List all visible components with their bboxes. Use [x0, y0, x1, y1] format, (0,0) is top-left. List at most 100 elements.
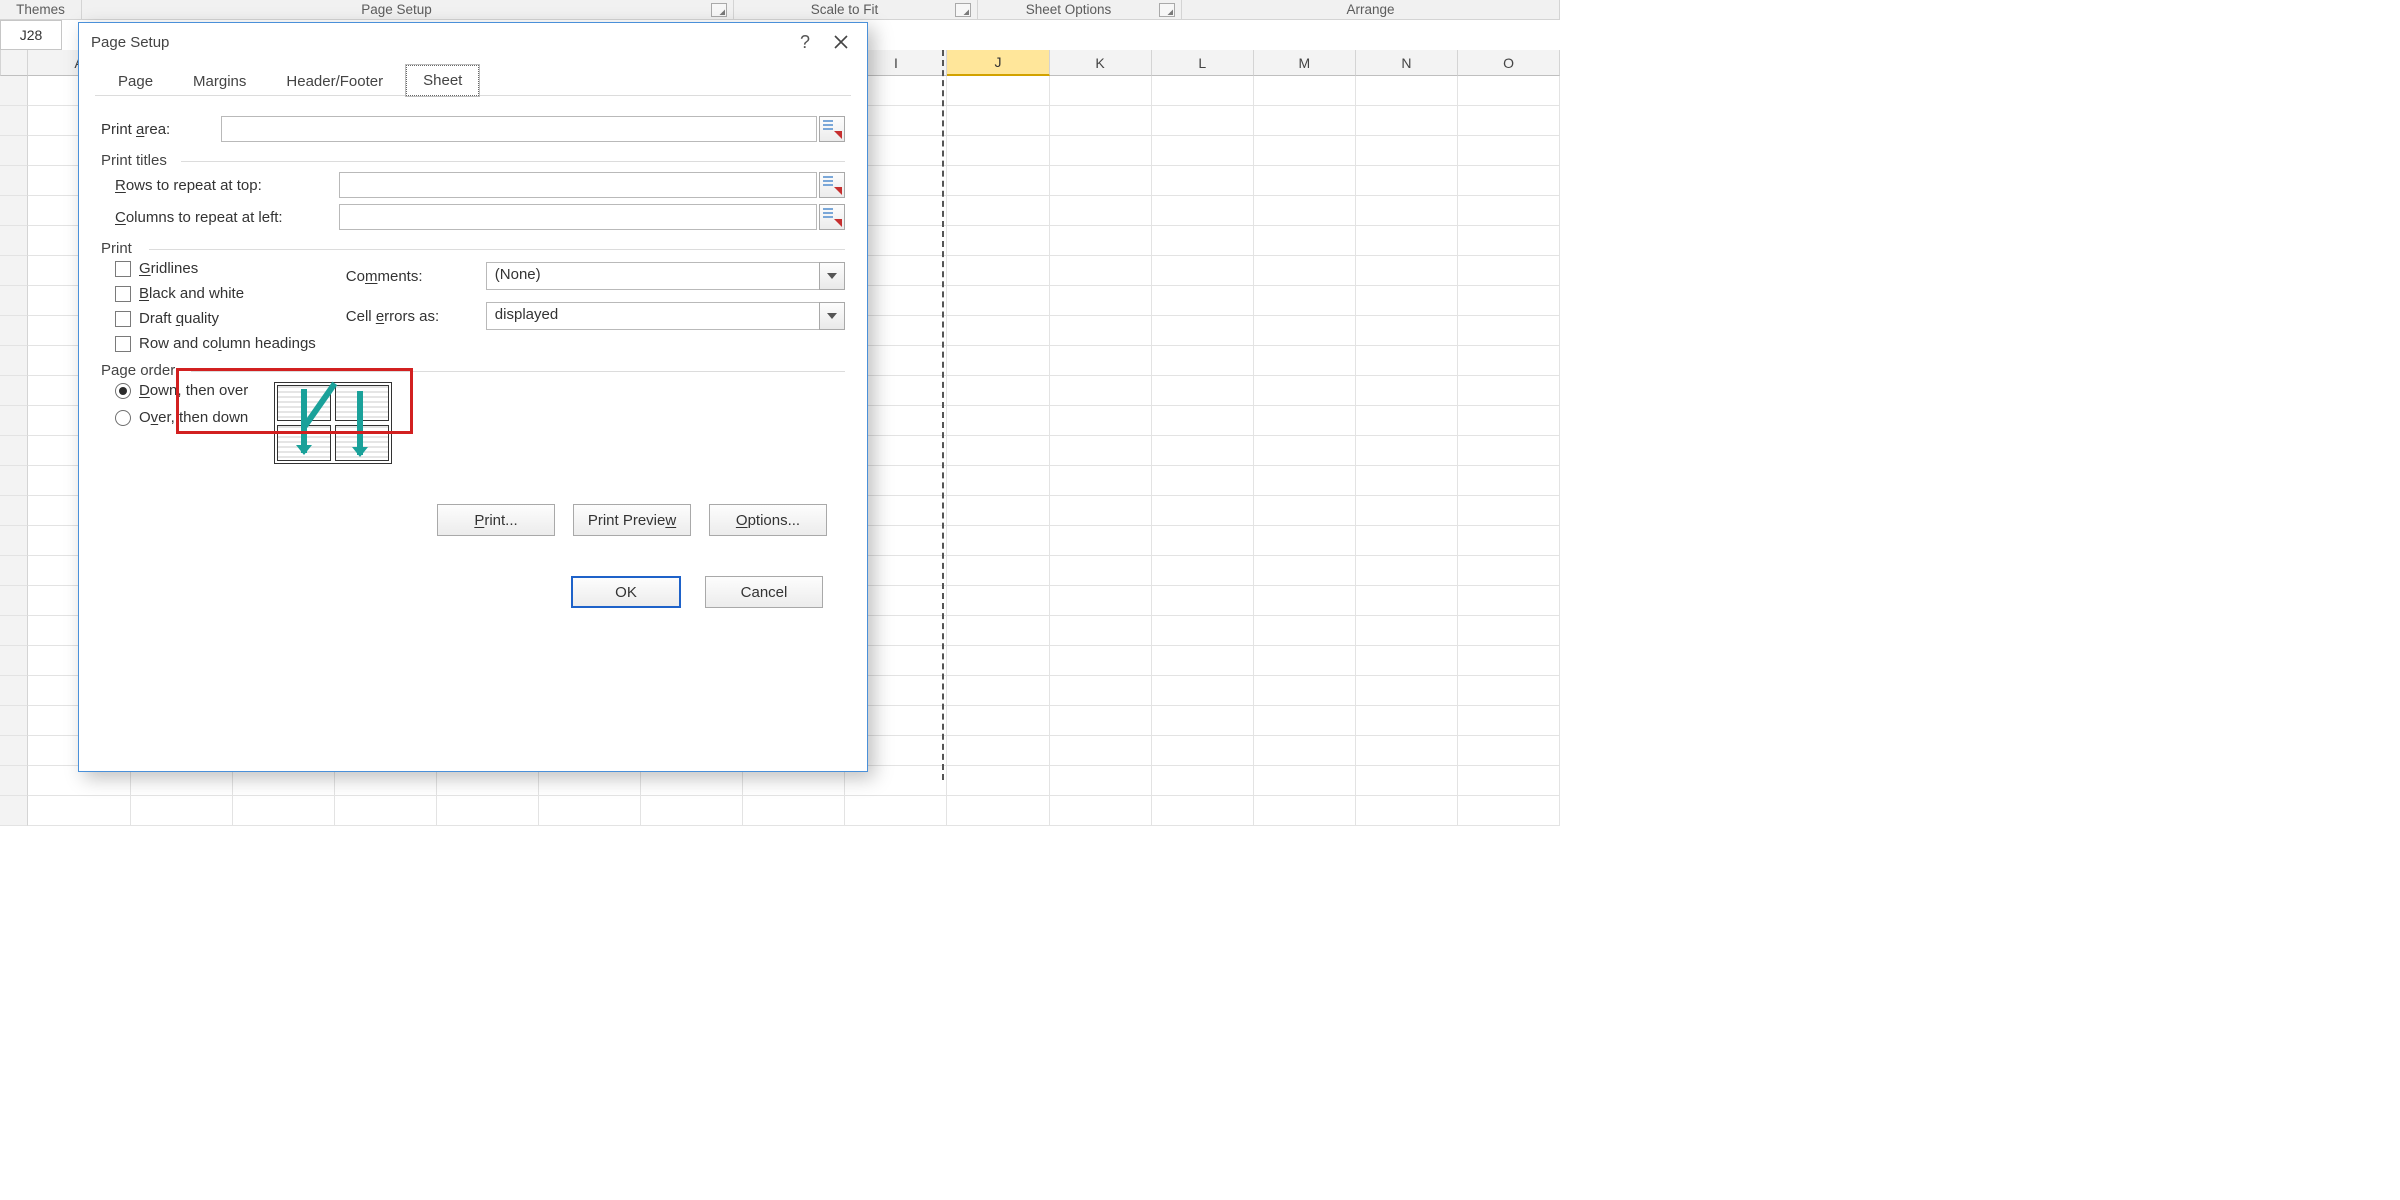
cell[interactable]: [539, 796, 641, 826]
cell[interactable]: [1254, 346, 1356, 376]
cell[interactable]: [1152, 256, 1254, 286]
launcher-icon[interactable]: [955, 3, 971, 17]
cell[interactable]: [1254, 796, 1356, 826]
cell[interactable]: [1356, 316, 1458, 346]
cell[interactable]: [1254, 136, 1356, 166]
tab-margins[interactable]: Margins: [176, 66, 263, 96]
cell[interactable]: [1152, 616, 1254, 646]
cell[interactable]: [1050, 646, 1152, 676]
cell[interactable]: [1050, 346, 1152, 376]
cell[interactable]: [1050, 76, 1152, 106]
cell[interactable]: [1458, 766, 1560, 796]
cell[interactable]: [1254, 736, 1356, 766]
cell[interactable]: [1254, 196, 1356, 226]
cell[interactable]: [1254, 466, 1356, 496]
cell[interactable]: [1152, 106, 1254, 136]
cell[interactable]: [1254, 706, 1356, 736]
cell[interactable]: [1254, 166, 1356, 196]
cell[interactable]: [1050, 166, 1152, 196]
cell[interactable]: [1356, 796, 1458, 826]
cell[interactable]: [947, 796, 1049, 826]
cell[interactable]: [1254, 256, 1356, 286]
cell[interactable]: [1254, 316, 1356, 346]
cell[interactable]: [1152, 736, 1254, 766]
column-header-N[interactable]: N: [1356, 50, 1458, 76]
cell[interactable]: [947, 376, 1049, 406]
cell[interactable]: [1254, 496, 1356, 526]
cell[interactable]: [1050, 526, 1152, 556]
cell[interactable]: [1356, 166, 1458, 196]
cell[interactable]: [1152, 76, 1254, 106]
cell-errors-dropdown[interactable]: displayed: [486, 302, 845, 330]
cell[interactable]: [1458, 706, 1560, 736]
print-button[interactable]: Print...: [437, 504, 555, 536]
cell[interactable]: [1356, 136, 1458, 166]
cell[interactable]: [1152, 316, 1254, 346]
cell[interactable]: [1152, 196, 1254, 226]
cell[interactable]: [947, 76, 1049, 106]
cell[interactable]: [947, 106, 1049, 136]
launcher-icon[interactable]: [711, 3, 727, 17]
cell[interactable]: [1356, 496, 1458, 526]
rows-repeat-input[interactable]: [339, 172, 817, 198]
column-header-M[interactable]: M: [1254, 50, 1356, 76]
cell[interactable]: [1356, 466, 1458, 496]
cell[interactable]: [947, 166, 1049, 196]
cell[interactable]: [1050, 286, 1152, 316]
column-header-L[interactable]: L: [1152, 50, 1254, 76]
cell[interactable]: [1050, 376, 1152, 406]
cell[interactable]: [947, 556, 1049, 586]
cell[interactable]: [947, 346, 1049, 376]
cell[interactable]: [1152, 406, 1254, 436]
cell[interactable]: [1254, 646, 1356, 676]
cell[interactable]: [947, 616, 1049, 646]
cell[interactable]: [1458, 166, 1560, 196]
cell[interactable]: [1050, 406, 1152, 436]
cell[interactable]: [1356, 106, 1458, 136]
cell[interactable]: [1152, 706, 1254, 736]
cell[interactable]: [1254, 376, 1356, 406]
cell[interactable]: [1458, 136, 1560, 166]
cell[interactable]: [947, 526, 1049, 556]
cell[interactable]: [1152, 796, 1254, 826]
cell[interactable]: [1152, 766, 1254, 796]
cell[interactable]: [1356, 196, 1458, 226]
cell[interactable]: [1254, 526, 1356, 556]
cell[interactable]: [1356, 526, 1458, 556]
cell[interactable]: [1458, 496, 1560, 526]
cell[interactable]: [1254, 676, 1356, 706]
cell[interactable]: [1152, 526, 1254, 556]
cell[interactable]: [1356, 676, 1458, 706]
tab-page[interactable]: Page: [101, 66, 170, 96]
cell[interactable]: [1356, 286, 1458, 316]
cell[interactable]: [845, 796, 947, 826]
cell[interactable]: [1458, 316, 1560, 346]
cell[interactable]: [1458, 196, 1560, 226]
cell[interactable]: [1254, 286, 1356, 316]
cell[interactable]: [1458, 346, 1560, 376]
check-draft-quality[interactable]: Draft quality: [115, 310, 316, 327]
column-header-K[interactable]: K: [1050, 50, 1152, 76]
cell[interactable]: [947, 436, 1049, 466]
cell[interactable]: [947, 286, 1049, 316]
cell[interactable]: [1254, 436, 1356, 466]
cell[interactable]: [1458, 796, 1560, 826]
cell[interactable]: [1152, 286, 1254, 316]
cell[interactable]: [1356, 406, 1458, 436]
cell[interactable]: [947, 196, 1049, 226]
cell[interactable]: [1152, 136, 1254, 166]
cell[interactable]: [947, 136, 1049, 166]
cell[interactable]: [1356, 736, 1458, 766]
cell[interactable]: [1458, 286, 1560, 316]
cell[interactable]: [1050, 136, 1152, 166]
cell[interactable]: [1152, 436, 1254, 466]
check-black-and-white[interactable]: Black and white: [115, 285, 316, 302]
print-preview-button[interactable]: Print Preview: [573, 504, 691, 536]
cell[interactable]: [1356, 556, 1458, 586]
help-button[interactable]: ?: [787, 27, 823, 57]
cell[interactable]: [1050, 466, 1152, 496]
range-selector-icon[interactable]: [819, 116, 845, 142]
cell[interactable]: [1050, 706, 1152, 736]
cell[interactable]: [1152, 676, 1254, 706]
cell[interactable]: [233, 796, 335, 826]
